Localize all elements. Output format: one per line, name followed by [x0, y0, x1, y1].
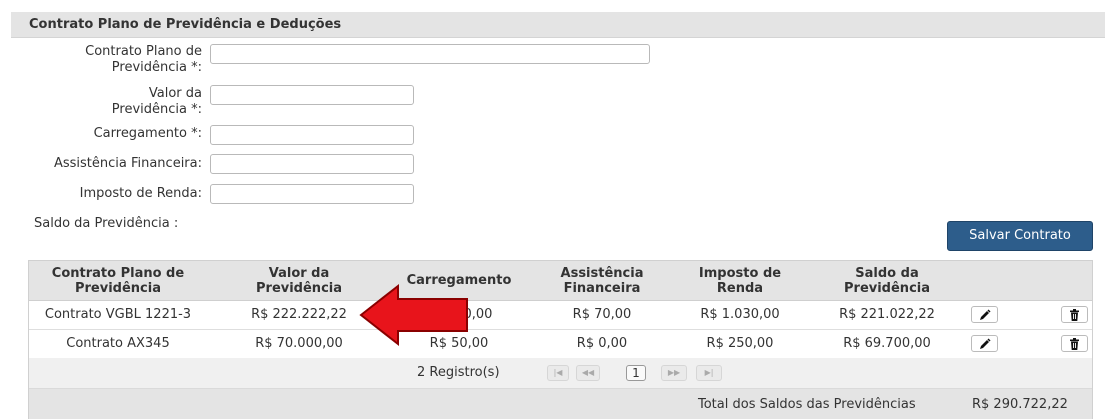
prev-page-button[interactable]: ◀◀ [576, 365, 600, 381]
next-page-button[interactable]: ▶▶ [661, 365, 687, 381]
delete-button[interactable] [1061, 306, 1088, 323]
first-page-button[interactable]: |◀ [547, 365, 569, 381]
valor-label: Valor da Previdência *: [40, 86, 202, 118]
carregamento-label: Carregamento *: [93, 126, 202, 141]
table-footer: Total dos Saldos das Previdências R$ 290… [29, 389, 1092, 419]
col-saldo-line1: Saldo da [855, 265, 919, 281]
col-assistencia-line1: Assistência [560, 265, 644, 281]
cell-assistencia: R$ 70,00 [572, 307, 632, 322]
edit-button[interactable] [971, 335, 998, 352]
cell-contrato: Contrato AX345 [66, 336, 170, 351]
valor-label-line1: Valor da [148, 86, 202, 101]
panel-title: Contrato Plano de Previdência e Deduções [29, 17, 342, 32]
records-count: 2 Registro(s) [417, 365, 500, 380]
pager: 2 Registro(s) |◀ ◀◀ 1 ▶▶ ▶| [29, 358, 1092, 389]
col-valor-line2: Previdência [256, 280, 342, 296]
assistencia-input[interactable] [210, 154, 414, 174]
cell-imposto: R$ 250,00 [706, 336, 774, 351]
carregamento-input[interactable] [210, 125, 414, 145]
pencil-icon [979, 337, 991, 349]
col-contrato-line1: Contrato Plano de [51, 265, 185, 281]
total-label: Total dos Saldos das Previdências [698, 397, 916, 412]
cell-contrato: Contrato VGBL 1221-3 [44, 307, 192, 322]
table-row[interactable]: Contrato AX345 R$ 70.000,00 R$ 50,00 R$ … [29, 330, 1092, 359]
contrato-label: Contrato Plano de Previdência *: [40, 44, 202, 76]
valor-label-line2: Previdência *: [111, 102, 202, 117]
saldo-label: Saldo da Previdência : [34, 216, 179, 231]
cell-valor: R$ 70.000,00 [255, 336, 343, 351]
edit-button[interactable] [971, 306, 998, 323]
col-imposto-line1: Imposto de [698, 265, 782, 281]
col-assistencia-line2: Financeira [563, 280, 641, 296]
col-imposto[interactable]: Imposto de Renda [680, 261, 800, 300]
table-row[interactable]: Contrato VGBL 1221-3 R$ 222.222,22 R$ 10… [29, 301, 1092, 330]
cell-assistencia: R$ 0,00 [576, 336, 628, 351]
red-arrow-icon [359, 283, 468, 347]
table-header: Contrato Plano de Previdência Valor da Pre… [29, 261, 1092, 301]
col-saldo[interactable]: Saldo da Previdência [822, 261, 952, 300]
delete-button[interactable] [1061, 335, 1088, 352]
col-contrato-line2: Previdência [74, 280, 161, 296]
trash-icon [1070, 337, 1079, 350]
assistencia-label: Assistência Financeira: [53, 156, 202, 171]
last-page-button[interactable]: ▶| [696, 365, 722, 381]
imposto-label: Imposto de Renda: [79, 186, 202, 201]
contrato-input[interactable] [210, 44, 650, 64]
contrato-label-line1: Contrato Plano de [85, 44, 202, 59]
save-contract-button[interactable]: Salvar Contrato [947, 221, 1093, 251]
page-number-button[interactable]: 1 [626, 365, 646, 381]
valor-input[interactable] [210, 85, 414, 105]
cell-imposto: R$ 1.030,00 [700, 307, 780, 322]
total-value: R$ 290.722,22 [972, 397, 1068, 412]
col-valor-line1: Valor da [268, 265, 330, 281]
contrato-label-line2: Previdência *: [111, 60, 202, 75]
imposto-input[interactable] [210, 184, 414, 204]
panel-header: Contrato Plano de Previdência e Deduções [11, 12, 1105, 38]
pencil-icon [979, 308, 991, 320]
contracts-table: Contrato Plano de Previdência Valor da Pre… [28, 260, 1093, 419]
col-valor[interactable]: Valor da Previdência [234, 261, 364, 300]
col-contrato[interactable]: Contrato Plano de Previdência [29, 261, 207, 300]
col-assistencia[interactable]: Assistência Financeira [542, 261, 662, 300]
col-imposto-line2: Renda [716, 280, 764, 296]
trash-icon [1070, 308, 1079, 321]
cell-saldo: R$ 221.022,22 [839, 307, 935, 322]
col-saldo-line2: Previdência [844, 280, 930, 296]
cell-valor: R$ 222.222,22 [251, 307, 347, 322]
cell-saldo: R$ 69.700,00 [843, 336, 931, 351]
